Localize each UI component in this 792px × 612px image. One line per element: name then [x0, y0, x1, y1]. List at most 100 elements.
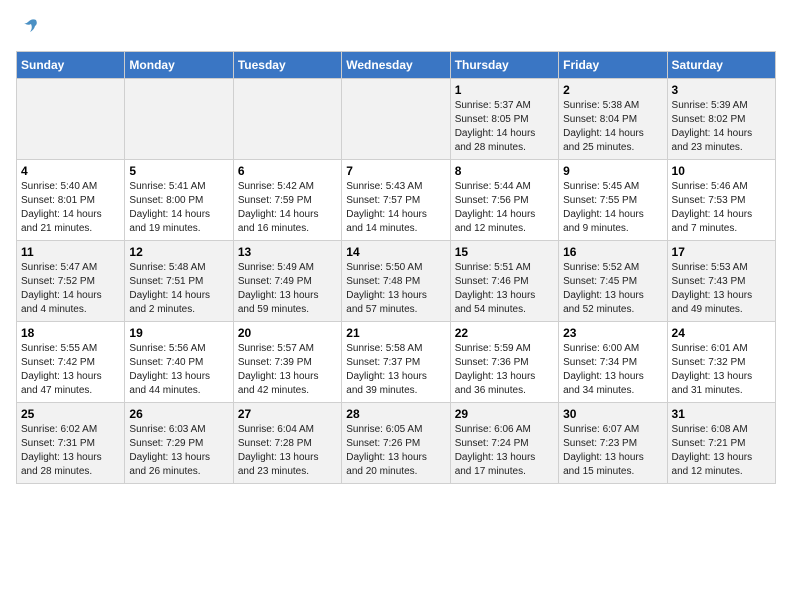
day-number: 14	[346, 245, 445, 259]
calendar-cell: 1Sunrise: 5:37 AMSunset: 8:05 PMDaylight…	[450, 78, 558, 159]
day-info: Sunrise: 6:04 AMSunset: 7:28 PMDaylight:…	[238, 423, 337, 479]
day-info: Sunrise: 6:02 AMSunset: 7:31 PMDaylight:…	[21, 423, 120, 479]
calendar-cell: 17 Sunrise: 5:53 AMSunset: 7:43 PMDayligh…	[667, 240, 775, 321]
day-number: 9	[563, 164, 662, 178]
calendar-week-row: 4 Sunrise: 5:40 AMSunset: 8:01 PMDaylight…	[17, 159, 776, 240]
day-info: Sunrise: 5:58 AMSunset: 7:37 PMDaylight:…	[346, 342, 445, 398]
calendar-cell	[125, 78, 233, 159]
calendar-cell: 16 Sunrise: 5:52 AMSunset: 7:45 PMDayligh…	[559, 240, 667, 321]
day-info: Sunrise: 6:06 AMSunset: 7:24 PMDaylight:…	[455, 423, 554, 479]
day-info: Sunrise: 5:59 AMSunset: 7:36 PMDaylight:…	[455, 342, 554, 398]
day-info: Sunrise: 6:01 AMSunset: 7:32 PMDaylight:…	[672, 342, 771, 398]
page-header	[16, 16, 776, 43]
day-info: Sunrise: 5:42 AMSunset: 7:59 PMDaylight:…	[238, 180, 337, 236]
calendar-cell: 20 Sunrise: 5:57 AMSunset: 7:39 PMDayligh…	[233, 321, 341, 402]
calendar-cell: 10 Sunrise: 5:46 AMSunset: 7:53 PMDayligh…	[667, 159, 775, 240]
day-info: Sunrise: 6:03 AMSunset: 7:29 PMDaylight:…	[129, 423, 228, 479]
calendar-cell: 3 Sunrise: 5:39 AMSunset: 8:02 PMDaylight…	[667, 78, 775, 159]
calendar-cell: 25 Sunrise: 6:02 AMSunset: 7:31 PMDayligh…	[17, 402, 125, 483]
day-info: Sunrise: 5:47 AMSunset: 7:52 PMDaylight:…	[21, 261, 120, 317]
calendar-cell: 24 Sunrise: 6:01 AMSunset: 7:32 PMDayligh…	[667, 321, 775, 402]
day-number: 10	[672, 164, 771, 178]
day-info: Sunrise: 5:50 AMSunset: 7:48 PMDaylight:…	[346, 261, 445, 317]
day-number: 8	[455, 164, 554, 178]
calendar-cell: 29 Sunrise: 6:06 AMSunset: 7:24 PMDayligh…	[450, 402, 558, 483]
day-info: Sunrise: 5:41 AMSunset: 8:00 PMDaylight:…	[129, 180, 228, 236]
day-info: Sunrise: 5:51 AMSunset: 7:46 PMDaylight:…	[455, 261, 554, 317]
day-number: 3	[672, 83, 771, 97]
day-number: 18	[21, 326, 120, 340]
calendar-cell	[342, 78, 450, 159]
calendar-week-row: 11 Sunrise: 5:47 AMSunset: 7:52 PMDayligh…	[17, 240, 776, 321]
calendar-cell	[233, 78, 341, 159]
day-info: Sunrise: 5:57 AMSunset: 7:39 PMDaylight:…	[238, 342, 337, 398]
day-info: Sunrise: 6:00 AMSunset: 7:34 PMDaylight:…	[563, 342, 662, 398]
calendar-cell: 9 Sunrise: 5:45 AMSunset: 7:55 PMDaylight…	[559, 159, 667, 240]
calendar-week-row: 1Sunrise: 5:37 AMSunset: 8:05 PMDaylight…	[17, 78, 776, 159]
day-info: Sunrise: 5:43 AMSunset: 7:57 PMDaylight:…	[346, 180, 445, 236]
column-header-thursday: Thursday	[450, 51, 558, 78]
day-number: 17	[672, 245, 771, 259]
day-info: Sunrise: 5:38 AMSunset: 8:04 PMDaylight:…	[563, 99, 662, 155]
logo-bird-icon	[18, 16, 40, 43]
day-number: 27	[238, 407, 337, 421]
day-number: 31	[672, 407, 771, 421]
day-info: Sunrise: 5:46 AMSunset: 7:53 PMDaylight:…	[672, 180, 771, 236]
calendar-cell: 8 Sunrise: 5:44 AMSunset: 7:56 PMDaylight…	[450, 159, 558, 240]
day-info: Sunrise: 5:48 AMSunset: 7:51 PMDaylight:…	[129, 261, 228, 317]
calendar-cell: 30Sunrise: 6:07 AMSunset: 7:23 PMDayligh…	[559, 402, 667, 483]
calendar-cell: 7 Sunrise: 5:43 AMSunset: 7:57 PMDaylight…	[342, 159, 450, 240]
calendar-cell: 21Sunrise: 5:58 AMSunset: 7:37 PMDayligh…	[342, 321, 450, 402]
calendar-cell: 31 Sunrise: 6:08 AMSunset: 7:21 PMDayligh…	[667, 402, 775, 483]
day-number: 13	[238, 245, 337, 259]
calendar-cell: 19Sunrise: 5:56 AMSunset: 7:40 PMDayligh…	[125, 321, 233, 402]
day-info: Sunrise: 5:56 AMSunset: 7:40 PMDaylight:…	[129, 342, 228, 398]
day-number: 7	[346, 164, 445, 178]
calendar-cell: 28Sunrise: 6:05 AMSunset: 7:26 PMDayligh…	[342, 402, 450, 483]
calendar-week-row: 25 Sunrise: 6:02 AMSunset: 7:31 PMDayligh…	[17, 402, 776, 483]
day-info: Sunrise: 6:07 AMSunset: 7:23 PMDaylight:…	[563, 423, 662, 479]
calendar-cell: 22 Sunrise: 5:59 AMSunset: 7:36 PMDayligh…	[450, 321, 558, 402]
calendar-week-row: 18 Sunrise: 5:55 AMSunset: 7:42 PMDayligh…	[17, 321, 776, 402]
day-info: Sunrise: 5:44 AMSunset: 7:56 PMDaylight:…	[455, 180, 554, 236]
day-number: 1	[455, 83, 554, 97]
day-number: 2	[563, 83, 662, 97]
calendar-cell: 18 Sunrise: 5:55 AMSunset: 7:42 PMDayligh…	[17, 321, 125, 402]
day-number: 22	[455, 326, 554, 340]
column-header-wednesday: Wednesday	[342, 51, 450, 78]
day-number: 29	[455, 407, 554, 421]
calendar-header-row: SundayMondayTuesdayWednesdayThursdayFrid…	[17, 51, 776, 78]
day-info: Sunrise: 6:08 AMSunset: 7:21 PMDaylight:…	[672, 423, 771, 479]
column-header-saturday: Saturday	[667, 51, 775, 78]
day-number: 12	[129, 245, 228, 259]
calendar-cell: 13 Sunrise: 5:49 AMSunset: 7:49 PMDayligh…	[233, 240, 341, 321]
calendar-cell: 27 Sunrise: 6:04 AMSunset: 7:28 PMDayligh…	[233, 402, 341, 483]
day-number: 6	[238, 164, 337, 178]
day-number: 16	[563, 245, 662, 259]
calendar-table: SundayMondayTuesdayWednesdayThursdayFrid…	[16, 51, 776, 484]
day-number: 4	[21, 164, 120, 178]
day-info: Sunrise: 5:49 AMSunset: 7:49 PMDaylight:…	[238, 261, 337, 317]
calendar-cell: 5 Sunrise: 5:41 AMSunset: 8:00 PMDaylight…	[125, 159, 233, 240]
day-info: Sunrise: 5:52 AMSunset: 7:45 PMDaylight:…	[563, 261, 662, 317]
day-info: Sunrise: 5:53 AMSunset: 7:43 PMDaylight:…	[672, 261, 771, 317]
calendar-cell: 6 Sunrise: 5:42 AMSunset: 7:59 PMDaylight…	[233, 159, 341, 240]
day-number: 20	[238, 326, 337, 340]
day-info: Sunrise: 5:45 AMSunset: 7:55 PMDaylight:…	[563, 180, 662, 236]
column-header-monday: Monday	[125, 51, 233, 78]
calendar-cell: 26Sunrise: 6:03 AMSunset: 7:29 PMDayligh…	[125, 402, 233, 483]
day-info: Sunrise: 5:55 AMSunset: 7:42 PMDaylight:…	[21, 342, 120, 398]
calendar-cell: 2 Sunrise: 5:38 AMSunset: 8:04 PMDaylight…	[559, 78, 667, 159]
day-info: Sunrise: 5:39 AMSunset: 8:02 PMDaylight:…	[672, 99, 771, 155]
day-number: 25	[21, 407, 120, 421]
day-number: 11	[21, 245, 120, 259]
calendar-cell: 14 Sunrise: 5:50 AMSunset: 7:48 PMDayligh…	[342, 240, 450, 321]
day-number: 5	[129, 164, 228, 178]
column-header-friday: Friday	[559, 51, 667, 78]
day-info: Sunrise: 5:40 AMSunset: 8:01 PMDaylight:…	[21, 180, 120, 236]
day-number: 23	[563, 326, 662, 340]
logo	[16, 16, 40, 43]
day-info: Sunrise: 6:05 AMSunset: 7:26 PMDaylight:…	[346, 423, 445, 479]
calendar-cell: 15Sunrise: 5:51 AMSunset: 7:46 PMDayligh…	[450, 240, 558, 321]
day-number: 24	[672, 326, 771, 340]
